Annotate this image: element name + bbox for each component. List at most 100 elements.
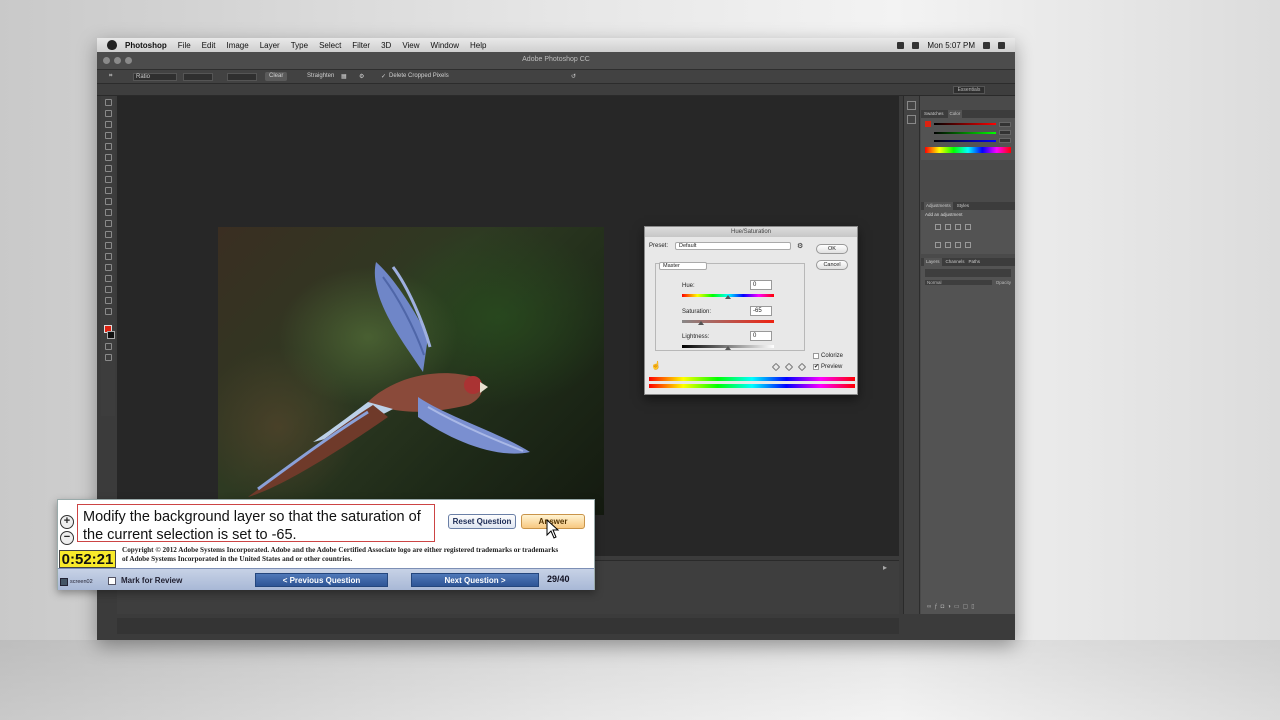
- hand-tool-icon[interactable]: [104, 297, 112, 304]
- menu-file[interactable]: File: [178, 41, 191, 50]
- gear-icon[interactable]: ⚙: [359, 73, 364, 80]
- previous-question-button[interactable]: < Previous Question: [255, 573, 388, 587]
- tab-layers[interactable]: Layers: [924, 258, 942, 266]
- layer-filter-row[interactable]: [925, 269, 1011, 277]
- marquee-tool-icon[interactable]: [104, 110, 112, 117]
- screen-mode-icon[interactable]: [104, 354, 112, 361]
- ok-button[interactable]: OK: [816, 244, 848, 254]
- mark-for-review[interactable]: Mark for Review: [108, 576, 182, 585]
- hue-thumb[interactable]: [725, 295, 731, 299]
- zoom-tool-icon[interactable]: [104, 308, 112, 315]
- reset-icon[interactable]: ↺: [571, 73, 576, 80]
- bw-icon[interactable]: [965, 242, 971, 248]
- path-select-tool-icon[interactable]: [104, 275, 112, 282]
- shape-tool-icon[interactable]: [104, 286, 112, 293]
- tab-color[interactable]: Color: [947, 110, 963, 118]
- menu-window[interactable]: Window: [431, 41, 459, 50]
- preset-options-icon[interactable]: ⚙: [797, 242, 803, 250]
- clock[interactable]: Mon 5:07 PM: [927, 41, 975, 50]
- next-question-button[interactable]: Next Question >: [411, 573, 539, 587]
- menu-view[interactable]: View: [402, 41, 419, 50]
- healing-tool-icon[interactable]: [104, 165, 112, 172]
- preview-box[interactable]: ✔: [813, 364, 819, 370]
- gradient-tool-icon[interactable]: [104, 220, 112, 227]
- stamp-tool-icon[interactable]: [104, 187, 112, 194]
- colorize-checkbox[interactable]: Colorize: [813, 353, 843, 359]
- properties-panel-icon[interactable]: [907, 115, 916, 124]
- lasso-tool-icon[interactable]: [104, 121, 112, 128]
- hue-sat-icon[interactable]: [945, 242, 951, 248]
- timeline-options-icon[interactable]: ▸: [883, 563, 887, 572]
- exposure-icon[interactable]: [965, 224, 971, 230]
- channel-select[interactable]: Master: [659, 262, 707, 270]
- crop-tool-icon[interactable]: [104, 143, 112, 150]
- tab-styles[interactable]: Styles: [957, 202, 969, 210]
- delete-cropped-checkbox[interactable]: ✓: [381, 73, 386, 80]
- cancel-button[interactable]: Cancel: [816, 260, 848, 270]
- brush-tool-icon[interactable]: [104, 176, 112, 183]
- color-balance-icon[interactable]: [955, 242, 961, 248]
- menu-select[interactable]: Select: [319, 41, 341, 50]
- menu-3d[interactable]: 3D: [381, 41, 391, 50]
- move-tool-icon[interactable]: [104, 99, 112, 106]
- saturation-thumb[interactable]: [698, 321, 704, 325]
- workspace-select[interactable]: Essentials: [953, 86, 985, 94]
- quick-mask-icon[interactable]: [104, 343, 112, 350]
- menu-help[interactable]: Help: [470, 41, 486, 50]
- list-icon[interactable]: [998, 41, 1005, 49]
- menu-filter[interactable]: Filter: [352, 41, 370, 50]
- crop-tool-icon[interactable]: ⌗: [109, 73, 112, 80]
- history-brush-tool-icon[interactable]: [104, 198, 112, 205]
- menu-image[interactable]: Image: [226, 41, 248, 50]
- lightness-field[interactable]: 0: [750, 331, 772, 341]
- straighten-label[interactable]: Straighten: [307, 73, 334, 79]
- colorize-box[interactable]: [813, 353, 819, 359]
- volume-icon[interactable]: [912, 41, 920, 49]
- reset-question-button[interactable]: Reset Question: [448, 514, 516, 529]
- saturation-field[interactable]: -65: [750, 306, 772, 316]
- preview-checkbox[interactable]: ✔ Preview: [813, 364, 842, 370]
- new-layer-icon[interactable]: ▢: [963, 604, 972, 610]
- overlay-icon[interactable]: ▦: [341, 73, 347, 80]
- color-spectrum-bar[interactable]: [925, 147, 1011, 153]
- levels-icon[interactable]: [945, 224, 951, 230]
- red-slider[interactable]: [925, 121, 1011, 127]
- tab-channels[interactable]: Channels: [946, 258, 965, 266]
- pen-tool-icon[interactable]: [104, 253, 112, 260]
- history-panel-icon[interactable]: [907, 101, 916, 110]
- parrot-photo[interactable]: [218, 227, 604, 515]
- menu-edit[interactable]: Edit: [202, 41, 216, 50]
- green-slider[interactable]: [925, 130, 1011, 135]
- zoom-out-icon[interactable]: −: [60, 531, 74, 545]
- menu-layer[interactable]: Layer: [260, 41, 280, 50]
- blur-tool-icon[interactable]: [104, 231, 112, 238]
- tab-adjustments[interactable]: Adjustments: [924, 202, 953, 210]
- vibrance-icon[interactable]: [935, 242, 941, 248]
- zoom-in-icon[interactable]: +: [60, 515, 74, 529]
- ratio-select[interactable]: Ratio: [133, 73, 177, 81]
- blend-mode-select[interactable]: Normal: [925, 280, 992, 285]
- menu-type[interactable]: Type: [291, 41, 308, 50]
- monitor-icon[interactable]: [897, 41, 905, 49]
- fg-color-chip[interactable]: [925, 121, 931, 127]
- saturation-slider[interactable]: [682, 320, 774, 323]
- eraser-tool-icon[interactable]: [104, 209, 112, 216]
- type-tool-icon[interactable]: [104, 264, 112, 271]
- tab-swatches[interactable]: Swatches: [924, 110, 944, 118]
- screen-indicator[interactable]: screen02: [60, 577, 98, 587]
- group-icon[interactable]: ▭: [954, 604, 963, 610]
- targeted-adjust-icon[interactable]: ☝: [651, 361, 661, 370]
- hue-field[interactable]: 0: [750, 280, 772, 290]
- adjustment-layer-icon[interactable]: ◑: [947, 604, 954, 610]
- eyedropper-plus-icon[interactable]: [784, 362, 794, 372]
- tab-paths[interactable]: Paths: [969, 258, 981, 266]
- curves-icon[interactable]: [955, 224, 961, 230]
- mark-for-review-checkbox[interactable]: [108, 576, 116, 585]
- background-color-swatch[interactable]: [107, 331, 115, 339]
- trash-icon[interactable]: ▯: [971, 604, 977, 610]
- width-field[interactable]: [183, 73, 213, 81]
- quick-select-tool-icon[interactable]: [104, 132, 112, 139]
- eyedropper-minus-icon[interactable]: [797, 362, 807, 372]
- preset-select[interactable]: Default: [675, 242, 791, 250]
- search-icon[interactable]: [983, 41, 990, 49]
